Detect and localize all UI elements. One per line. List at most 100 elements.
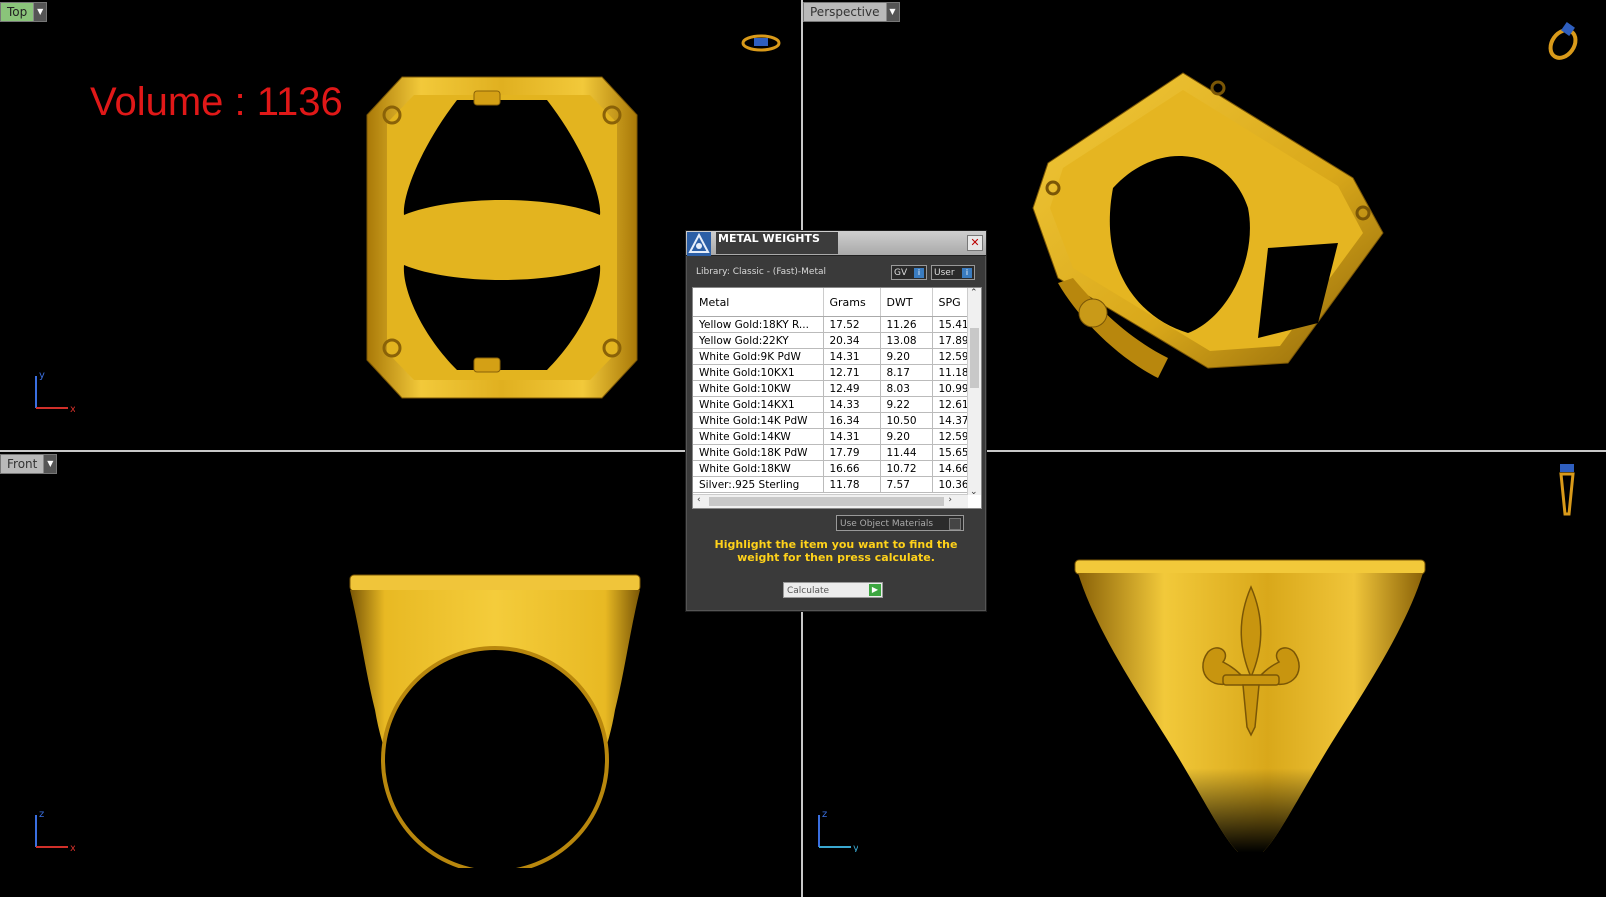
cell-metal: Yellow Gold:22KY — [693, 332, 824, 349]
gv-label: GV — [894, 268, 908, 278]
user-toggle[interactable]: User i — [931, 265, 975, 280]
cell-spg: 17.89 — [932, 332, 969, 349]
info-icon: i — [914, 268, 924, 278]
chevron-down-icon[interactable]: ⌄ — [970, 487, 978, 497]
table-row[interactable]: White Gold:14KW 14.31 9.20 12.59 — [693, 428, 969, 445]
cell-spg: 10.36 — [932, 476, 969, 493]
cell-dwt: 8.17 — [880, 364, 933, 381]
chevron-left-icon[interactable]: ‹ — [697, 495, 701, 505]
table-row[interactable]: Silver:.925 Sterling 11.78 7.57 10.36 — [693, 476, 969, 493]
cell-dwt: 9.20 — [880, 348, 933, 365]
calculate-button[interactable]: Calculate ▶ — [783, 582, 883, 598]
cell-spg: 12.59 — [932, 348, 969, 365]
dialog-title: METAL WEIGHTS — [716, 232, 838, 254]
table-vertical-scrollbar[interactable]: ⌃ ⌄ — [967, 288, 981, 497]
chevron-up-icon[interactable]: ⌃ — [970, 288, 978, 298]
cell-spg: 12.61 — [932, 396, 969, 413]
play-icon: ▶ — [869, 584, 881, 596]
axis-triad-icon: z y — [818, 809, 858, 852]
cell-grams: 12.49 — [823, 380, 881, 397]
viewport-front-label-text: Front — [1, 455, 44, 473]
ring-top-view — [366, 76, 638, 399]
viewport-perspective-label[interactable]: Perspective ▼ — [803, 2, 900, 22]
gv-toggle[interactable]: GV i — [891, 265, 927, 280]
chevron-right-icon[interactable]: › — [948, 495, 952, 505]
chevron-down-icon[interactable]: ▼ — [33, 3, 47, 21]
cell-metal: White Gold:18K PdW — [693, 444, 824, 461]
metal-weights-dialog: METAL WEIGHTS ✕ Library: Classic - (Fast… — [685, 230, 987, 612]
cell-grams: 14.31 — [823, 428, 881, 445]
cell-dwt: 13.08 — [880, 332, 933, 349]
table-row[interactable]: White Gold:18K PdW 17.79 11.44 15.65 — [693, 444, 969, 461]
cell-grams: 17.52 — [823, 316, 881, 333]
table-row[interactable]: White Gold:10KW 12.49 8.03 10.99 — [693, 380, 969, 397]
cell-grams: 16.34 — [823, 412, 881, 429]
cell-grams: 17.79 — [823, 444, 881, 461]
table-header-row: Metal Grams DWT SPG — [693, 288, 969, 317]
cell-grams: 16.66 — [823, 460, 881, 477]
axis-triad-icon: y x — [35, 370, 75, 413]
ring-side-view — [1074, 559, 1426, 852]
table-row[interactable]: Yellow Gold:18KY R... 17.52 11.26 15.41 — [693, 316, 969, 333]
scrollbar-thumb[interactable] — [709, 497, 944, 506]
volume-readout: Volume : 1136 — [90, 80, 343, 124]
cell-metal: White Gold:9K PdW — [693, 348, 824, 365]
library-label: Library: Classic - (Fast)-Metal — [696, 267, 827, 277]
ring-perspective-view — [1032, 72, 1384, 378]
cell-metal: White Gold:10KW — [693, 380, 824, 397]
viewport-top-label[interactable]: Top ▼ — [0, 2, 48, 22]
cell-spg: 15.65 — [932, 444, 969, 461]
cell-grams: 11.78 — [823, 476, 881, 493]
cell-spg: 11.18 — [932, 364, 969, 381]
table-row[interactable]: White Gold:9K PdW 14.31 9.20 12.59 — [693, 348, 969, 365]
cell-dwt: 10.50 — [880, 412, 933, 429]
viewport-front-label[interactable]: Front ▼ — [0, 454, 58, 474]
checkbox-icon[interactable] — [949, 518, 961, 530]
table-horizontal-scrollbar[interactable]: ‹ › — [693, 494, 968, 508]
table-row[interactable]: White Gold:18KW 16.66 10.72 14.66 — [693, 460, 969, 477]
cell-dwt: 11.44 — [880, 444, 933, 461]
calculate-label: Calculate — [787, 586, 830, 596]
table-row[interactable]: White Gold:14KX1 14.33 9.22 12.61 — [693, 396, 969, 413]
table-row[interactable]: Yellow Gold:22KY 20.34 13.08 17.89 — [693, 332, 969, 349]
cell-metal: White Gold:10KX1 — [693, 364, 824, 381]
user-label: User — [934, 268, 955, 278]
column-header-metal[interactable]: Metal — [693, 288, 824, 317]
chevron-down-icon[interactable]: ▼ — [43, 455, 57, 473]
cell-spg: 10.99 — [932, 380, 969, 397]
axis-label-y: y — [853, 843, 858, 852]
column-header-spg[interactable]: SPG — [932, 288, 969, 317]
viewport-top[interactable]: Top ▼ Volume : 1136 y x — [0, 0, 801, 450]
use-object-materials-checkbox[interactable]: Use Object Materials — [836, 515, 964, 531]
dialog-title-bar[interactable]: METAL WEIGHTS ✕ — [686, 231, 986, 256]
metal-table[interactable]: Metal Grams DWT SPG Yellow Gold:18KY R..… — [692, 287, 982, 509]
axis-label-x: x — [70, 843, 75, 852]
cell-dwt: 11.26 — [880, 316, 933, 333]
axis-label-z: z — [39, 809, 44, 820]
cell-grams: 12.71 — [823, 364, 881, 381]
viewport-top-label-text: Top — [1, 3, 34, 21]
table-row[interactable]: White Gold:10KX1 12.71 8.17 11.18 — [693, 364, 969, 381]
axis-label-y: y — [39, 370, 45, 381]
cell-metal: White Gold:18KW — [693, 460, 824, 477]
cell-metal: White Gold:14KX1 — [693, 396, 824, 413]
close-icon[interactable]: ✕ — [967, 235, 983, 251]
ring-front-view — [349, 574, 641, 868]
view-cube-icon[interactable] — [1543, 20, 1583, 64]
column-header-grams[interactable]: Grams — [823, 288, 881, 317]
cell-dwt: 9.20 — [880, 428, 933, 445]
cell-dwt: 9.22 — [880, 396, 933, 413]
viewport-front[interactable]: Front ▼ z x — [0, 452, 801, 897]
scrollbar-thumb[interactable] — [970, 328, 979, 388]
info-icon: i — [962, 268, 972, 278]
view-cube-icon[interactable] — [740, 32, 782, 54]
column-header-dwt[interactable]: DWT — [880, 288, 933, 317]
axis-triad-icon: z x — [35, 809, 75, 852]
cell-spg: 14.37 — [932, 412, 969, 429]
cell-metal: Silver:.925 Sterling — [693, 476, 824, 493]
cell-grams: 14.33 — [823, 396, 881, 413]
view-cube-icon[interactable] — [1555, 462, 1579, 522]
table-row[interactable]: White Gold:14K PdW 16.34 10.50 14.37 — [693, 412, 969, 429]
axis-label-x: x — [70, 404, 75, 413]
chevron-down-icon[interactable]: ▼ — [885, 3, 899, 21]
